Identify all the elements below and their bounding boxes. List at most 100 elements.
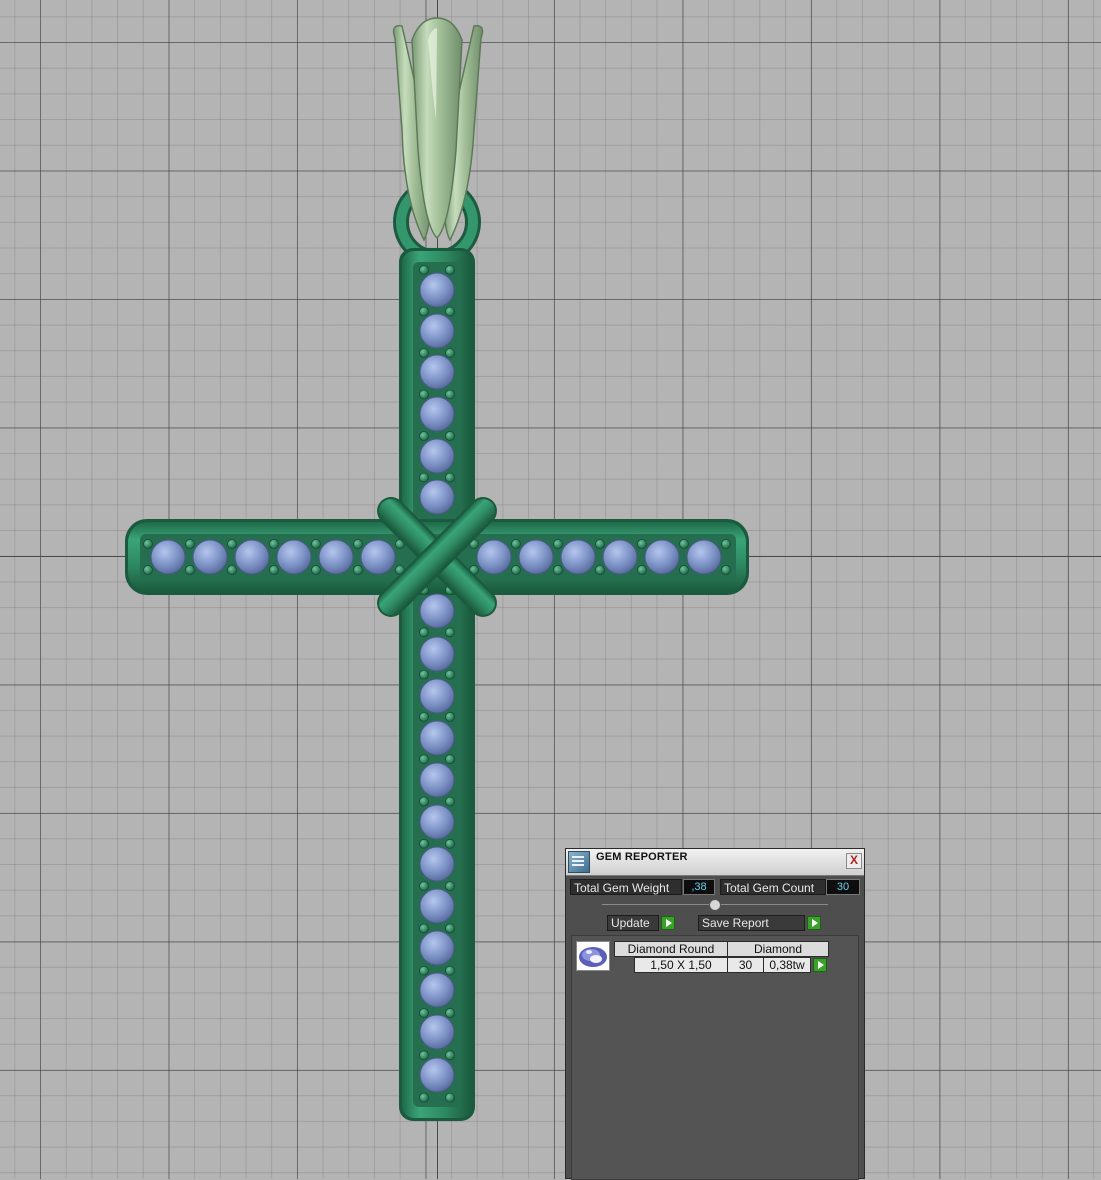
gem-prong bbox=[445, 431, 455, 441]
gem-prong bbox=[679, 565, 689, 575]
gem-prong bbox=[445, 306, 455, 317]
total-gem-count-label: Total Gem Count bbox=[720, 879, 826, 895]
gem-count-cell: 30 bbox=[727, 957, 764, 973]
gem-stone bbox=[419, 272, 455, 308]
gem-prong bbox=[419, 796, 429, 807]
gem-list[interactable]: Diamond Round Diamond 1,50 X 1,50 30 0,3… bbox=[571, 935, 859, 1180]
gem-prong bbox=[419, 754, 429, 765]
gem-reporter-logo-icon bbox=[568, 851, 590, 873]
gem-prong bbox=[143, 565, 153, 575]
panel-title: GEM REPORTER bbox=[596, 851, 688, 863]
gem-stone bbox=[518, 539, 554, 575]
gem-material-cell: Diamond bbox=[727, 941, 829, 957]
gem-prong bbox=[227, 565, 237, 575]
close-icon[interactable]: X bbox=[846, 853, 862, 869]
gem-prong bbox=[445, 265, 455, 275]
gem-prong bbox=[419, 627, 429, 638]
gem-prong bbox=[269, 565, 279, 575]
gem-prong bbox=[419, 348, 429, 358]
gem-stone bbox=[419, 396, 455, 432]
gem-prong bbox=[445, 472, 455, 483]
gem-stone bbox=[419, 888, 455, 924]
gem-prong bbox=[511, 539, 521, 549]
gem-prong bbox=[227, 539, 237, 549]
gem-stone bbox=[276, 539, 312, 575]
gem-prong bbox=[595, 565, 605, 575]
gem-prong bbox=[419, 881, 429, 891]
gem-stone bbox=[419, 804, 455, 840]
gem-prong bbox=[419, 965, 429, 976]
gem-prong bbox=[445, 838, 455, 849]
total-gem-weight-label: Total Gem Weight bbox=[570, 879, 682, 895]
total-gem-count-value: 30 bbox=[826, 879, 860, 895]
gem-stone bbox=[419, 720, 455, 756]
save-report-play-arrow-icon[interactable] bbox=[807, 916, 821, 930]
gem-prong bbox=[445, 669, 455, 680]
gem-prong bbox=[445, 881, 455, 891]
gem-stone bbox=[419, 1057, 455, 1093]
gem-stone bbox=[419, 438, 455, 474]
gem-reporter-titlebar[interactable]: GEM REPORTER X bbox=[566, 849, 864, 876]
gem-stone bbox=[150, 539, 186, 575]
gem-prong bbox=[445, 348, 455, 358]
gem-weight-cell: 0,38tw bbox=[763, 957, 811, 973]
gem-stone bbox=[686, 539, 722, 575]
gem-prong bbox=[553, 565, 563, 575]
gem-stone bbox=[476, 539, 512, 575]
gem-stone bbox=[419, 930, 455, 966]
update-button[interactable]: Update bbox=[607, 915, 659, 931]
gem-prong bbox=[419, 669, 429, 680]
gem-reporter-panel[interactable]: GEM REPORTER X Total Gem Weight ,38 Tota… bbox=[565, 848, 865, 1180]
diamond-gem-icon bbox=[576, 941, 610, 971]
gem-stone bbox=[560, 539, 596, 575]
gem-prong bbox=[419, 389, 429, 400]
gem-stone bbox=[419, 354, 455, 390]
gem-prong bbox=[419, 1050, 429, 1061]
save-report-button[interactable]: Save Report bbox=[698, 915, 805, 931]
gem-stone bbox=[234, 539, 270, 575]
gem-prong bbox=[511, 565, 521, 575]
gem-prong bbox=[445, 712, 455, 722]
gem-prong bbox=[311, 565, 321, 575]
gem-prong bbox=[445, 1092, 455, 1103]
gem-prong bbox=[445, 796, 455, 807]
gem-prong bbox=[185, 565, 195, 575]
gem-stone bbox=[318, 539, 354, 575]
gem-prong bbox=[637, 539, 647, 549]
gem-stone bbox=[419, 846, 455, 882]
gem-prong bbox=[721, 539, 731, 549]
gem-stone bbox=[419, 479, 455, 515]
cross-pendant-model[interactable] bbox=[0, 0, 1101, 1179]
gem-stone bbox=[419, 313, 455, 349]
gem-prong bbox=[419, 265, 429, 275]
gem-prong bbox=[185, 539, 195, 549]
gem-stone bbox=[602, 539, 638, 575]
gem-prong bbox=[637, 565, 647, 575]
gem-prong bbox=[419, 1008, 429, 1018]
gem-prong bbox=[595, 539, 605, 549]
gem-prong bbox=[419, 472, 429, 483]
gem-prong bbox=[143, 539, 153, 549]
gem-stone bbox=[419, 972, 455, 1008]
gem-prong bbox=[419, 712, 429, 722]
cad-viewport[interactable] bbox=[0, 0, 1101, 1179]
total-gem-weight-value: ,38 bbox=[683, 879, 715, 895]
gem-stone bbox=[419, 593, 455, 629]
gem-prong bbox=[445, 754, 455, 765]
gem-prong bbox=[353, 565, 363, 575]
gem-prong bbox=[553, 539, 563, 549]
gem-size-cell: 1,50 X 1,50 bbox=[634, 957, 728, 973]
gem-prong bbox=[721, 565, 731, 575]
collapse-knob-icon[interactable] bbox=[709, 899, 721, 911]
gem-prong bbox=[419, 306, 429, 317]
gem-prong bbox=[445, 1008, 455, 1018]
gem-prong bbox=[419, 431, 429, 441]
gem-prong bbox=[445, 1050, 455, 1061]
gem-stone bbox=[644, 539, 680, 575]
gem-prong bbox=[419, 923, 429, 934]
gem-stone bbox=[419, 1014, 455, 1050]
gem-prong bbox=[445, 389, 455, 400]
gem-stone bbox=[192, 539, 228, 575]
gem-row-play-arrow-icon[interactable] bbox=[813, 958, 827, 972]
update-play-arrow-icon[interactable] bbox=[661, 916, 675, 930]
